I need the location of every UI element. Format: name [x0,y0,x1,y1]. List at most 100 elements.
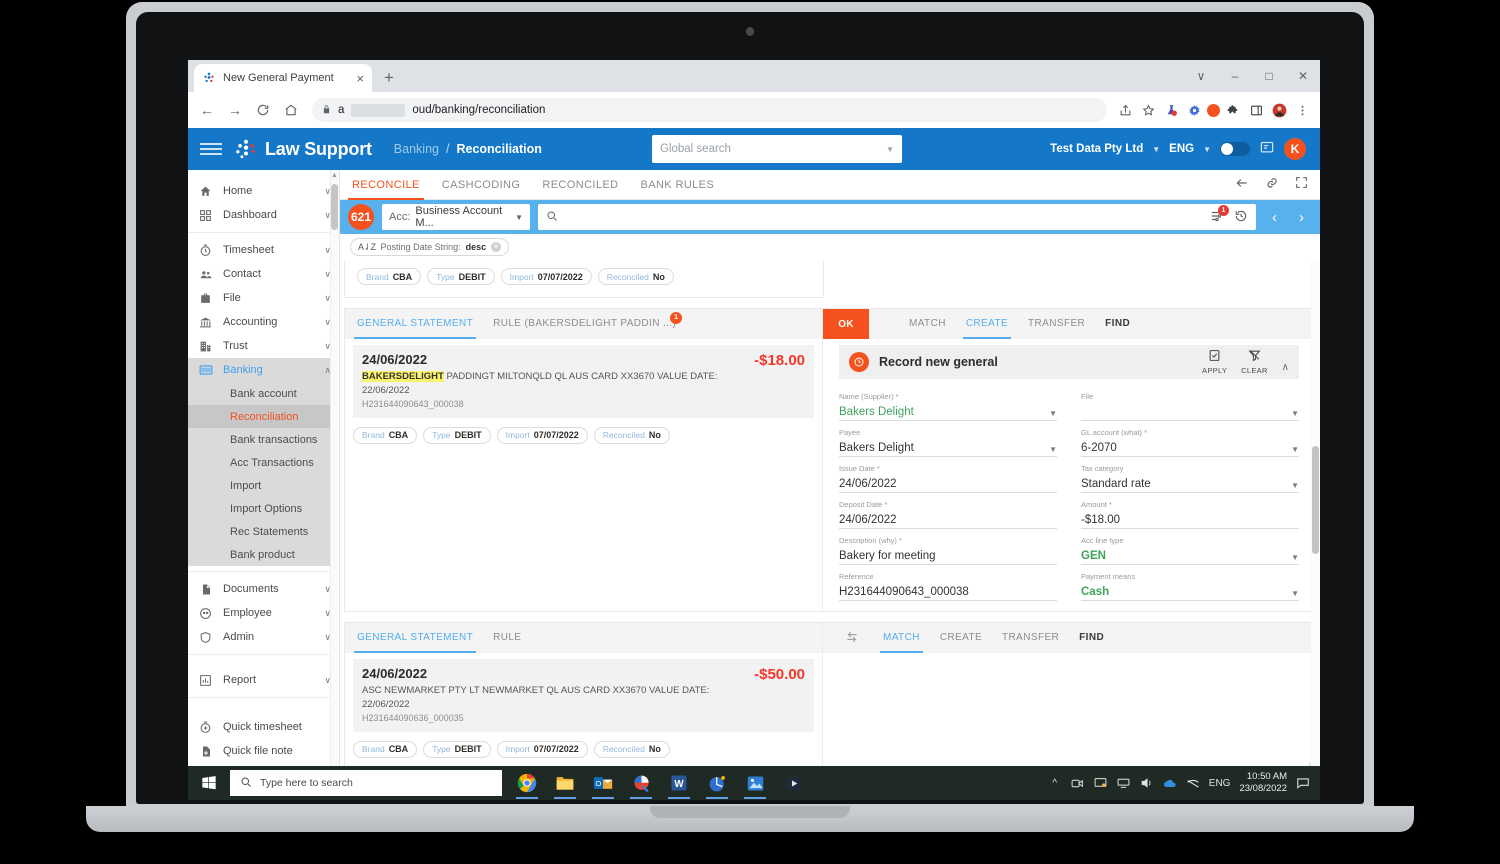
tab-create[interactable]: CREATE [940,623,982,653]
onedrive-icon[interactable] [1163,776,1177,790]
sidebar-item-import[interactable]: Import [188,474,339,497]
transaction-summary[interactable]: 24/06/2022 BAKERSDELIGHT PADDINGT MILTON… [353,345,814,418]
side-panel-icon[interactable] [1246,100,1266,120]
browser-tab[interactable]: New General Payment × [194,64,372,92]
taskbar-search-input[interactable]: Type here to search [230,770,502,796]
file-explorer-icon[interactable] [546,766,584,800]
tab-general-statement[interactable]: GENERAL STATEMENT [353,309,477,339]
filter-settings-icon[interactable]: 1 [1210,204,1229,226]
sidebar-item-trust[interactable]: Trust ∨ [188,334,339,358]
field-payee[interactable]: Payee Bakers Delight ▼ [839,421,1057,457]
extensions-puzzle-icon[interactable] [1223,100,1243,120]
content-scrollbar-thumb[interactable] [1312,446,1319,554]
breadcrumb-reconciliation[interactable]: Reconciliation [456,142,541,156]
transaction-search-input[interactable]: 1 [538,204,1256,230]
field-acc-line-type[interactable]: Acc line type GEN ▼ [1081,529,1299,565]
address-bar[interactable]: a oud/banking/reconciliation [312,98,1107,122]
sidebar-item-report[interactable]: Report ∨ [188,668,339,692]
field-name-supplier[interactable]: Name (Supplier) * Bakers Delight ▼ [839,385,1057,421]
prev-page-button[interactable]: ‹ [1272,209,1277,226]
extension-orange-icon[interactable] [1207,103,1220,117]
sidebar-scrollbar[interactable]: ▲ ▼ [330,170,339,796]
chevron-down-icon[interactable]: ▼ [1291,445,1299,454]
field-issue-date[interactable]: Issue Date * 24/06/2022 [839,457,1057,493]
sidebar-item-quick-file-note[interactable]: Quick file note [188,739,339,763]
maximize-button[interactable]: □ [1252,60,1286,92]
home-button[interactable] [278,97,304,123]
chevron-down-icon[interactable]: ▼ [1049,445,1057,454]
hamburger-menu-icon[interactable] [200,143,222,155]
collapse-panel-icon[interactable]: ∧ [1282,362,1289,375]
sidebar-item-bank-transactions[interactable]: Bank transactions [188,428,339,451]
transactions-scroll-area[interactable]: Brand CBA Type DEBIT Import 07/07/2022 Reco… [340,260,1320,796]
user-avatar[interactable]: K [1284,138,1306,160]
share-icon[interactable] [1115,100,1135,120]
messages-icon[interactable] [1259,140,1275,158]
sidebar-item-dashboard[interactable]: Dashboard ∨ [188,203,339,227]
sidebar-item-reconciliation[interactable]: Reconciliation [188,405,339,428]
fullscreen-icon[interactable] [1295,176,1308,194]
taskbar-language[interactable]: ENG [1209,778,1231,789]
account-select[interactable]: Acc: Business Account M... ▼ [382,204,530,230]
tab-reconcile[interactable]: RECONCILE [348,170,424,200]
app-brand[interactable]: Law Support [234,139,372,160]
back-arrow-icon[interactable] [1235,176,1249,195]
tab-rule[interactable]: RULE [493,623,521,653]
link-icon[interactable] [1265,176,1279,195]
tab-bank-rules[interactable]: BANK RULES [640,170,714,200]
tab-reconciled[interactable]: RECONCILED [542,170,618,200]
field-payment-means[interactable]: Payment means Cash ▼ [1081,565,1299,601]
tab-find[interactable]: FIND [1079,623,1104,653]
extension-lab-icon[interactable] [1161,100,1181,120]
close-window-button[interactable]: ✕ [1286,60,1320,92]
sidebar-item-file[interactable]: File ∨ [188,286,339,310]
sidebar-item-documents[interactable]: Documents ∨ [188,577,339,601]
chevron-down-icon[interactable]: ▼ [1291,553,1299,562]
sidebar-item-bank-product[interactable]: Bank product [188,543,339,566]
notification-icon[interactable] [1296,776,1310,790]
chevron-down-icon[interactable]: ▼ [1291,409,1299,418]
sidebar-item-home[interactable]: Home ∨ [188,179,339,203]
office-app-icon[interactable] [698,766,736,800]
tab-transfer[interactable]: TRANSFER [1028,309,1085,339]
next-page-button[interactable]: › [1299,209,1304,226]
sidebar-item-contact[interactable]: Contact ∨ [188,262,339,286]
theme-toggle[interactable] [1220,142,1250,156]
new-tab-button[interactable]: + [384,68,394,88]
photos-icon[interactable] [736,766,774,800]
screen-share-icon[interactable] [1094,776,1108,790]
outlook-icon[interactable]: O [584,766,622,800]
reload-button[interactable] [250,97,276,123]
field-gl-account[interactable]: GL account (what) * 6-2070 ▼ [1081,421,1299,457]
volume-icon[interactable] [1140,776,1154,790]
sidebar-item-accounting[interactable]: Accounting ∨ [188,310,339,334]
field-description[interactable]: Description (why) * Bakery for meeting [839,529,1057,565]
wifi-off-icon[interactable] [1186,776,1200,790]
minimize-button[interactable]: – [1218,60,1252,92]
field-reference[interactable]: Reference H231644090643_000038 [839,565,1057,601]
tab-match[interactable]: MATCH [909,309,946,339]
field-deposit-date[interactable]: Deposit Date * 24/06/2022 [839,493,1057,529]
meeting-camera-icon[interactable] [1071,776,1085,790]
sort-chip-remove-icon[interactable]: ✕ [491,242,502,252]
language-selector[interactable]: ENG [1169,143,1194,155]
bookmark-star-icon[interactable] [1138,100,1158,120]
field-tax-category[interactable]: Tax category Standard rate ▼ [1081,457,1299,493]
windows-start-icon[interactable] [188,766,230,800]
chrome-menu-icon[interactable] [1292,100,1312,120]
content-scrollbar[interactable] [1311,260,1320,796]
media-player-icon[interactable] [774,766,812,800]
history-icon[interactable] [1234,209,1248,226]
tab-rule[interactable]: RULE (BAKERSDELIGHT PADDIN ...) 1 [493,309,683,339]
transaction-summary[interactable]: 24/06/2022 ASC NEWMARKET PTY LT NEWMARKE… [353,659,814,732]
back-button[interactable]: ← [194,97,220,123]
tab-match[interactable]: MATCH [880,623,923,653]
show-hidden-icon[interactable]: ^ [1048,776,1062,790]
sidebar-item-quick-timesheet[interactable]: Quick timesheet [188,715,339,739]
scroll-up-arrow-icon[interactable]: ▲ [331,172,338,179]
tab-close-icon[interactable]: × [356,72,364,85]
global-search-input[interactable]: Global search ▼ [652,135,902,163]
chevron-down-icon[interactable]: ▼ [515,213,523,222]
tab-find[interactable]: FIND [1105,309,1130,339]
sidebar-scrollbar-thumb[interactable] [331,184,338,230]
